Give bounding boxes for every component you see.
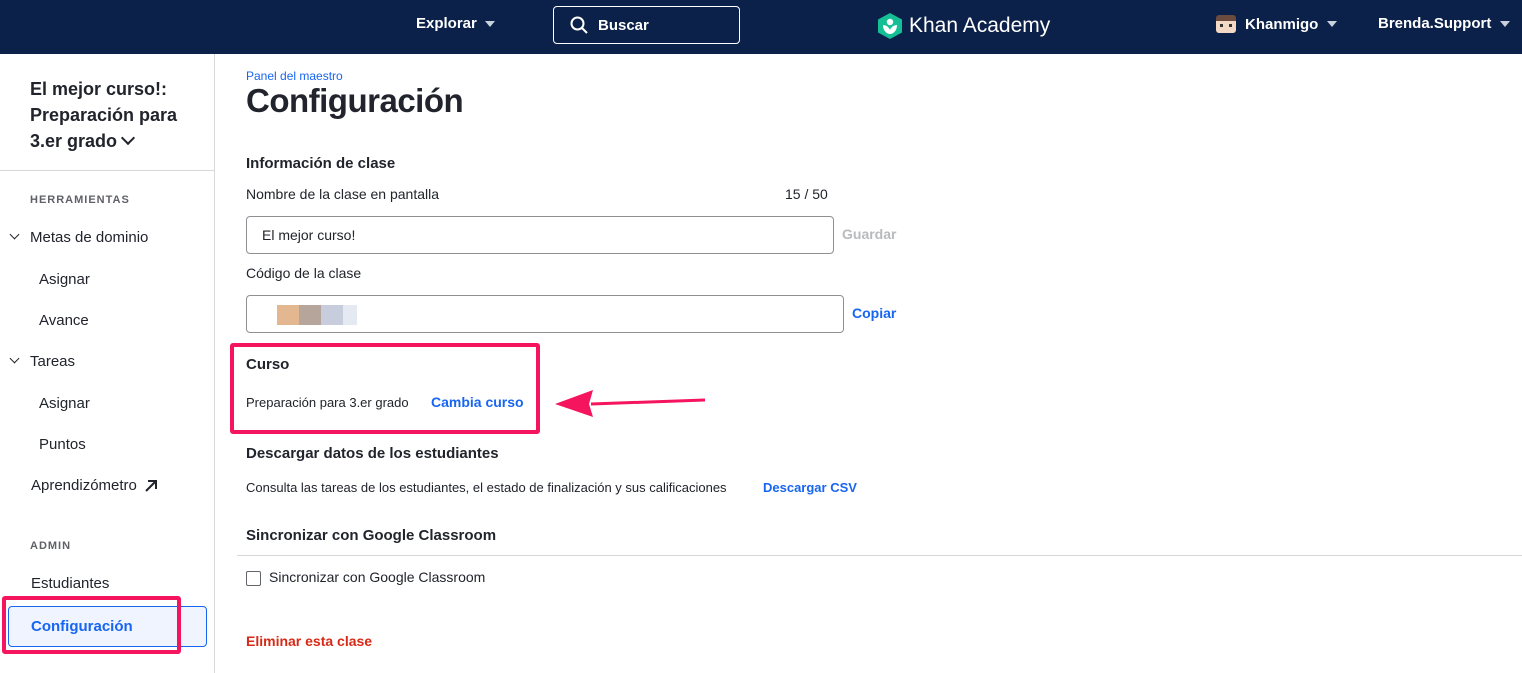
display-name-label: Nombre de la clase en pantalla [246, 186, 440, 202]
sidebar-item-label: Avance [39, 312, 89, 329]
sidebar-item-points[interactable]: Puntos [39, 436, 86, 453]
sidebar-divider [0, 170, 215, 171]
user-name: Brenda.Support [1378, 15, 1492, 32]
sidebar: El mejor curso!: Preparación para 3.er g… [0, 54, 215, 673]
search-label: Buscar [598, 16, 649, 34]
chevron-down-icon [9, 229, 20, 240]
sidebar-item-students[interactable]: Estudiantes [31, 575, 109, 592]
download-description: Consulta las tareas de los estudiantes, … [246, 480, 727, 495]
sidebar-item-settings[interactable]: Configuración [8, 606, 207, 647]
sidebar-item-label: Estudiantes [31, 575, 110, 592]
breadcrumb[interactable]: Panel del maestro [246, 69, 343, 83]
search-button[interactable]: Buscar [553, 6, 740, 44]
explore-menu-button[interactable]: Explorar [416, 15, 495, 32]
sidebar-item-assignments[interactable]: Tareas [9, 353, 76, 370]
caret-down-icon [1500, 20, 1511, 27]
copy-button[interactable]: Copiar [852, 305, 896, 321]
change-course-button[interactable]: Cambia curso [431, 394, 524, 410]
annotation-arrow-icon [555, 390, 706, 417]
khanmigo-avatar-icon [1216, 15, 1236, 33]
sync-checkbox[interactable] [246, 571, 261, 586]
khan-academy-logo-icon [878, 13, 902, 39]
course-selector[interactable]: El mejor curso!: Preparación para 3.er g… [30, 76, 200, 154]
redacted-code-block [277, 305, 299, 325]
chevron-down-icon [9, 353, 20, 364]
tools-section-label: HERRAMIENTAS [30, 194, 130, 206]
sidebar-item-progress[interactable]: Avance [39, 312, 89, 329]
class-code-label: Código de la clase [246, 265, 362, 281]
display-name-value: El mejor curso! [262, 227, 356, 243]
redacted-code-block [321, 305, 343, 325]
sidebar-item-label: Asignar [39, 395, 90, 412]
sidebar-item-label: Metas de dominio [30, 229, 149, 246]
sidebar-item-mastery-goals[interactable]: Metas de dominio [9, 229, 149, 246]
caret-down-icon [484, 20, 495, 27]
admin-section-label: ADMIN [30, 540, 72, 552]
sidebar-item-label: Aprendizómetro [31, 477, 137, 494]
sidebar-item-label: Configuración [31, 618, 133, 635]
khanmigo-label: Khanmigo [1245, 15, 1319, 33]
save-button[interactable]: Guardar [842, 226, 896, 242]
search-icon [570, 16, 588, 34]
sidebar-item-label: Tareas [30, 353, 76, 370]
sidebar-item-label: Puntos [39, 436, 86, 453]
sync-checkbox-label[interactable]: Sincronizar con Google Classroom [269, 569, 485, 585]
class-info-heading: Información de clase [246, 155, 396, 172]
chevron-down-icon [120, 130, 136, 146]
course-heading: Curso [246, 356, 290, 373]
class-code-field[interactable] [246, 295, 844, 333]
sidebar-item-mastery-assign[interactable]: Asignar [39, 271, 90, 288]
sidebar-item-label: Asignar [39, 271, 90, 288]
sidebar-item-learning-meter[interactable]: Aprendizómetro [31, 477, 158, 494]
download-csv-link[interactable]: Descargar CSV [763, 480, 857, 495]
section-divider [237, 555, 1522, 556]
course-value: Preparación para 3.er grado [246, 395, 409, 410]
khanmigo-menu-button[interactable]: Khanmigo [1216, 15, 1338, 33]
caret-down-icon [1327, 21, 1338, 27]
character-counter: 15 / 50 [785, 186, 828, 202]
user-menu-button[interactable]: Brenda.Support [1378, 15, 1511, 32]
top-navigation-bar: Explorar Buscar Khan Academy Khanmigo Br… [0, 0, 1522, 54]
khan-academy-logo[interactable]: Khan Academy [877, 12, 1050, 40]
delete-class-button[interactable]: Eliminar esta clase [246, 633, 372, 649]
redacted-code-block [299, 305, 321, 325]
display-name-input[interactable]: El mejor curso! [246, 216, 834, 254]
logo-text: Khan Academy [909, 14, 1051, 37]
sidebar-item-assignments-assign[interactable]: Asignar [39, 395, 90, 412]
sync-heading: Sincronizar con Google Classroom [246, 527, 497, 544]
explore-label: Explorar [416, 15, 477, 32]
download-heading: Descargar datos de los estudiantes [246, 445, 499, 462]
course-title-text: El mejor curso!: Preparación para 3.er g… [30, 79, 178, 151]
redacted-code-block [343, 305, 357, 325]
page-title: Configuración [246, 82, 464, 119]
external-arrow-icon [145, 479, 157, 492]
